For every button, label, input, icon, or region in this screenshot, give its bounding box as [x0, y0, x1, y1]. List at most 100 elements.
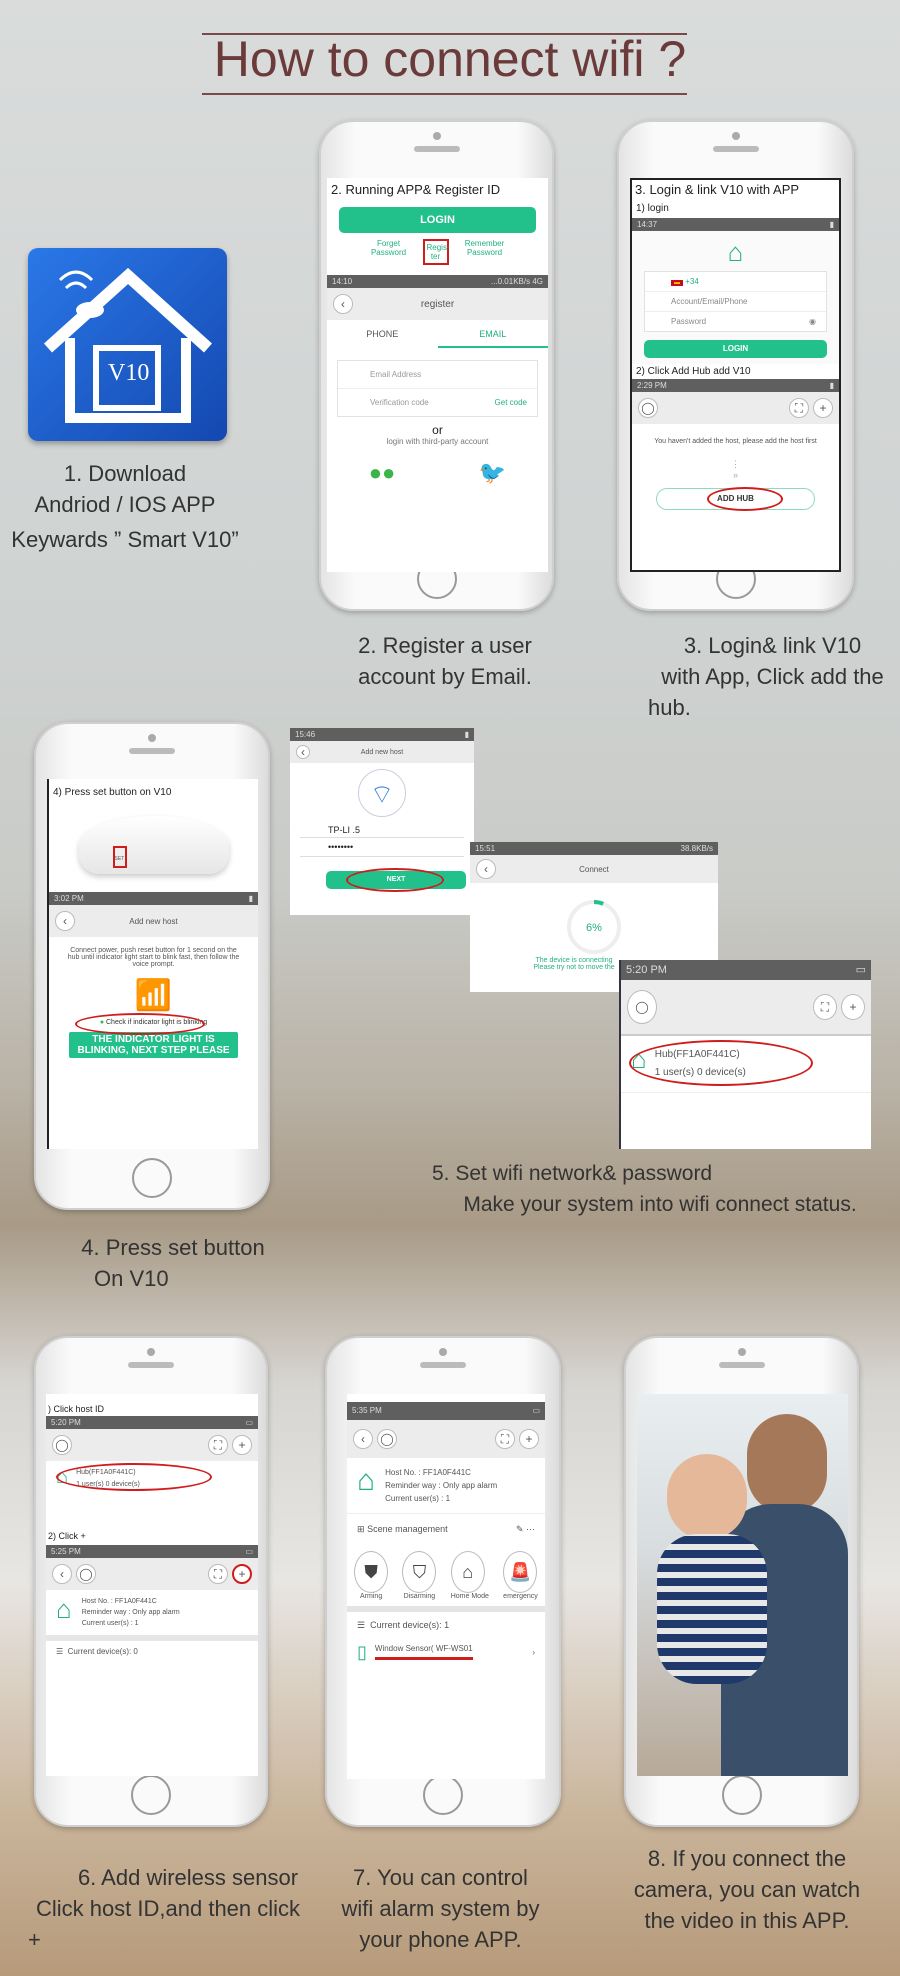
get-code-link[interactable]: Get code: [495, 398, 527, 407]
avatar[interactable]: ◯: [627, 990, 657, 1024]
account-field[interactable]: Account/Email/Phone: [645, 292, 826, 312]
wifi-setup-screenshot: 15:46 ▮ ‹ Add new host ⌔ TP-LI .5 ••••••••…: [290, 728, 474, 915]
host-number: Host No. : FF1A0F441C: [385, 1468, 471, 1477]
phone-step-8: [624, 1336, 859, 1827]
scan-icon[interactable]: ⛶: [789, 398, 809, 418]
hub-icon: ⌂: [357, 1464, 376, 1497]
check-blinking-checkbox[interactable]: ● Check if indicator light is blinking: [49, 1013, 258, 1035]
step-6-line: 6. Add wireless sensor: [77, 1865, 299, 1890]
step-4-line: On V10: [94, 1266, 169, 1291]
back-button[interactable]: ‹: [353, 1429, 373, 1449]
scan-icon[interactable]: ⛶: [208, 1564, 228, 1584]
add-device-button[interactable]: +: [232, 1564, 252, 1584]
step-8-line: 8. If you connect the: [647, 1846, 847, 1871]
disarming-button[interactable]: ⛉ Disarming: [402, 1551, 437, 1600]
nav-title: Add new host: [129, 916, 178, 926]
sub-step-label: 1) login: [636, 203, 669, 214]
host-number: Host No. : FF1A0F441C: [81, 1598, 157, 1605]
password-field[interactable]: Password: [671, 317, 706, 326]
edit-icon[interactable]: ✎ ⋯: [516, 1524, 535, 1535]
ssid-field[interactable]: TP-LI .5: [300, 823, 464, 838]
current-users: Current user(s) : 1: [385, 1494, 451, 1503]
avatar[interactable]: ◯: [76, 1564, 96, 1584]
step-6-text: 6. Add wireless sensor Click host ID,and…: [18, 1862, 318, 1955]
hub-list-item[interactable]: ⌂ Hub(FF1A0F441C) 1 user(s) 0 device(s): [46, 1461, 258, 1497]
back-button[interactable]: ‹: [52, 1564, 72, 1584]
back-button[interactable]: ‹: [333, 294, 353, 314]
phone-screen: 5:35 PM ▭ ‹ ◯ ⛶ + ⌂ Host No. : FF1A0F441C Remi…: [347, 1394, 545, 1779]
verification-code-field[interactable]: Verification code: [370, 398, 429, 407]
tab-email[interactable]: EMAIL: [437, 320, 548, 348]
step-2-line: 2. Register a user: [358, 633, 532, 658]
status-time: 5:20 PM: [626, 964, 667, 976]
avatar[interactable]: ◯: [52, 1435, 72, 1455]
status-time: 5:25 PM: [51, 1547, 81, 1556]
step-5-line: Make your system into wifi connect statu…: [463, 1193, 857, 1216]
house-logo-icon: [43, 267, 213, 423]
status-time: 14:10: [332, 277, 353, 286]
nav-title: Connect: [579, 864, 609, 874]
back-button[interactable]: ‹: [296, 745, 310, 759]
phone-screen: 2. Running APP& Register ID LOGIN Forget…: [327, 178, 548, 572]
reminder-way: Reminder way : Only app alarm: [81, 1609, 180, 1616]
add-icon[interactable]: +: [813, 398, 833, 418]
tab-phone[interactable]: PHONE: [327, 320, 438, 348]
email-field[interactable]: Email Address: [338, 361, 537, 389]
sub-step-label: ) Click host ID: [48, 1404, 105, 1414]
sub-step-label: 2) Click Add Hub add V10: [636, 366, 751, 377]
home-button: [423, 1775, 463, 1815]
register-link[interactable]: Regis- ter: [422, 239, 450, 265]
mode-label: Disarming: [403, 1593, 436, 1600]
country-code[interactable]: +34: [685, 277, 699, 286]
avatar[interactable]: ◯: [377, 1429, 397, 1449]
step-3-line: 3. Login& link V10: [683, 633, 862, 658]
next-button[interactable]: NEXT: [326, 868, 466, 892]
arming-button[interactable]: ⛊ Arming: [354, 1551, 389, 1600]
current-devices: Current device(s): 0: [67, 1647, 138, 1656]
eye-icon[interactable]: ◉: [809, 317, 816, 326]
avatar[interactable]: ◯: [638, 398, 658, 418]
step-2-text: 2. Register a user account by Email.: [340, 630, 550, 692]
wechat-icon[interactable]: ●●: [369, 460, 396, 486]
step-2-line: account by Email.: [358, 664, 532, 689]
forget-password-link[interactable]: Forget Password: [369, 239, 409, 265]
status-time: 5:35 PM: [352, 1406, 382, 1415]
back-button[interactable]: ‹: [476, 859, 496, 879]
third-party-label: login with third-party account: [386, 437, 489, 446]
wifi-password-field[interactable]: ••••••••: [300, 838, 464, 857]
step-1-line: 1. Download: [63, 461, 187, 486]
twitter-icon[interactable]: 🐦: [479, 460, 506, 486]
emergency-button[interactable]: 🚨 emergency: [503, 1551, 538, 1600]
host-info-card[interactable]: ⌂ Host No. : FF1A0F441C Reminder way : Onl…: [46, 1590, 258, 1641]
host-info-card[interactable]: ⌂ Host No. : FF1A0F441C Reminder way : Onl…: [347, 1458, 545, 1514]
add-hub-button[interactable]: ADD HUB: [656, 487, 815, 511]
hub-list-screenshot: 5:20 PM ▭ ◯ ⛶ + ⌂ Hub(FF1A0F441C) 1 user(s) …: [619, 960, 871, 1149]
next-step-button[interactable]: THE INDICATOR LIGHT IS BLINKING, NEXT ST…: [69, 1032, 238, 1058]
add-icon[interactable]: +: [519, 1429, 539, 1449]
hub-list-item[interactable]: ⌂ Hub(FF1A0F441C) 1 user(s) 0 device(s): [621, 1036, 871, 1093]
add-icon[interactable]: +: [841, 994, 865, 1020]
scan-icon[interactable]: ⛶: [208, 1435, 228, 1455]
home-person-icon: ⌂: [450, 1551, 485, 1593]
sensor-name: Window Sensor( WF-WS01: [374, 1644, 473, 1660]
scan-icon[interactable]: ⛶: [495, 1429, 515, 1449]
step-7-line: wifi alarm system by: [341, 1896, 540, 1921]
login-button[interactable]: LOGIN: [339, 207, 536, 233]
phone-step-2: 2. Running APP& Register ID LOGIN Forget…: [319, 120, 554, 611]
back-button[interactable]: ‹: [55, 911, 75, 931]
add-icon[interactable]: +: [232, 1435, 252, 1455]
login-button[interactable]: LOGIN: [644, 340, 827, 358]
step-1-text: 1. Download Andriod / IOS APP Keywards ”…: [0, 458, 250, 555]
scan-icon[interactable]: ⛶: [813, 994, 837, 1020]
current-users: Current user(s) : 1: [81, 1620, 139, 1627]
chevrons-down-icon: ⋮»: [731, 459, 740, 480]
phone-screen: 4) Press set button on V10 SET 3:02 PM ▮ …: [47, 779, 258, 1149]
device-list-item[interactable]: ▯ Window Sensor( WF-WS01 ›: [347, 1639, 545, 1665]
set-button-label: SET: [114, 856, 125, 862]
app-icon-text: V10: [108, 360, 150, 386]
v10-hub-image: SET: [78, 816, 229, 874]
mode-label: Home Mode: [450, 1593, 489, 1600]
home-mode-button[interactable]: ⌂ Home Mode: [450, 1551, 489, 1600]
status-indicators: 38.8KB/s: [680, 844, 713, 853]
remember-password-link[interactable]: Remember Password: [463, 239, 507, 265]
